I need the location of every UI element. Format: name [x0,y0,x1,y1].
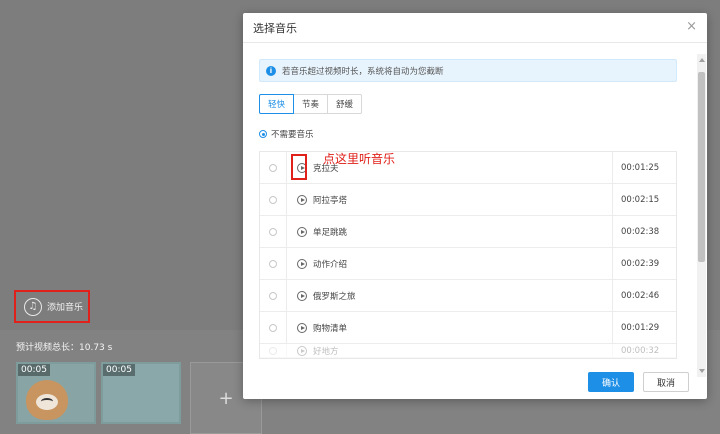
info-icon: i [266,65,276,76]
play-icon[interactable] [297,322,307,333]
track-duration: 00:01:29 [621,322,660,333]
select-music-dialog: 选择音乐 × i 若音乐超过视频时长，系统将自动为您截断 轻快 节奏 舒缓 不需… [243,13,707,399]
dialog-footer: 确认 取消 [243,364,707,399]
play-icon[interactable] [297,258,307,269]
table-row[interactable]: 购物清单 00:01:29 [260,312,676,344]
timeline-clip[interactable]: 00:05 [16,362,96,424]
no-music-option[interactable]: 不需要音乐 [259,128,314,140]
track-duration: 00:01:25 [621,162,660,173]
timeline-clip[interactable]: 00:05 [101,362,181,424]
play-icon[interactable] [297,345,307,356]
track-name: 阿拉亭塔 [313,195,348,206]
track-duration: 00:02:38 [621,226,660,237]
track-duration: 00:02:46 [621,290,660,301]
tab-soothing[interactable]: 舒缓 [327,94,363,114]
annotation-text: 点这里听音乐 [323,152,396,166]
track-radio[interactable] [269,323,277,332]
track-radio[interactable] [269,346,277,355]
dialog-scrollbar[interactable] [697,54,706,377]
track-name: 俄罗斯之旅 [313,291,356,302]
track-radio[interactable] [269,163,277,172]
cancel-button[interactable]: 取消 [643,372,689,392]
alert-text: 若音乐超过视频时长，系统将自动为您截断 [282,66,444,77]
music-category-tabs: 轻快 节奏 舒缓 [259,94,363,114]
info-alert: i 若音乐超过视频时长，系统将自动为您截断 [259,59,677,82]
track-duration: 00:00:32 [621,345,660,356]
table-row[interactable]: 单足跳跳 00:02:38 [260,216,676,248]
close-icon[interactable]: × [686,20,697,33]
highlight-box [291,154,307,180]
track-radio[interactable] [269,291,277,300]
table-row[interactable]: 俄罗斯之旅 00:02:46 [260,280,676,312]
clip-thumbnail [26,380,68,420]
track-radio[interactable] [269,227,277,236]
dialog-body: i 若音乐超过视频时长，系统将自动为您截断 轻快 节奏 舒缓 不需要音乐 克拉夫… [243,44,695,364]
no-music-label: 不需要音乐 [271,130,314,140]
add-music-label: 添加音乐 [47,303,84,313]
track-radio[interactable] [269,195,277,204]
table-row[interactable]: 好地方 00:00:32 [260,344,676,358]
music-note-icon: ♫ [24,297,42,316]
plus-icon: + [218,387,234,409]
track-name: 购物清单 [313,323,348,334]
dialog-header: 选择音乐 × [243,13,707,43]
table-row[interactable]: 动作介绍 00:02:39 [260,248,676,280]
scroll-up-icon[interactable] [699,58,705,62]
no-music-radio[interactable] [259,130,267,138]
total-length-label: 预计视频总长：10.73 s [16,343,113,353]
track-name: 好地方 [313,346,339,357]
play-icon[interactable] [297,226,307,237]
track-name: 单足跳跳 [313,227,348,238]
music-track-table: 克拉夫 00:01:25 阿拉亭塔 00:02:15 单足跳跳 00:02:38… [259,151,677,359]
clip-duration: 00:05 [103,364,135,376]
table-row[interactable]: 阿拉亭塔 00:02:15 [260,184,676,216]
play-icon[interactable] [297,194,307,205]
track-name: 动作介绍 [313,259,348,270]
tab-light[interactable]: 轻快 [259,94,295,114]
track-duration: 00:02:15 [621,194,660,205]
add-music-button[interactable]: ♫ 添加音乐 [14,290,90,323]
clip-duration: 00:05 [18,364,50,376]
confirm-button[interactable]: 确认 [588,372,634,392]
track-duration: 00:02:39 [621,258,660,269]
play-icon[interactable] [297,290,307,301]
tab-rhythm[interactable]: 节奏 [293,94,329,114]
scrollbar-thumb[interactable] [698,72,705,262]
track-radio[interactable] [269,259,277,268]
dialog-title: 选择音乐 [253,21,297,35]
